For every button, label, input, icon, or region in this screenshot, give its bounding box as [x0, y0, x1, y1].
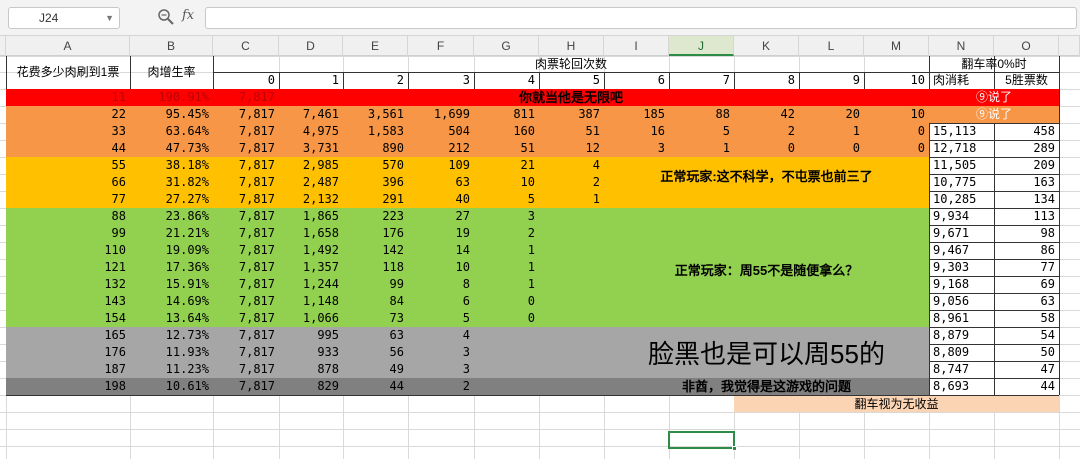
name-box[interactable]: J24 ▼	[8, 7, 120, 29]
column-header-e[interactable]: E	[343, 36, 408, 56]
note-row22: ⑨说了	[975, 107, 1012, 121]
note-row11: ⑨说了	[975, 90, 1012, 104]
column-header-o[interactable]: O	[994, 36, 1059, 56]
note-flip-no-gain: 翻车视为无收益	[734, 396, 1059, 412]
column-header-c[interactable]: C	[213, 36, 279, 56]
formula-bar: J24 ▼ fx	[0, 0, 1080, 36]
column-header-g[interactable]: G	[474, 36, 539, 56]
column-header-a[interactable]: A	[6, 36, 130, 56]
note-gray-small: 非酋，我觉得是这游戏的问题	[681, 379, 851, 394]
fill-handle[interactable]	[732, 446, 737, 451]
column-header-p[interactable]	[1059, 36, 1080, 56]
column-header-l[interactable]: L	[799, 36, 864, 56]
fx-icon[interactable]: fx	[182, 8, 194, 23]
chevron-down-icon[interactable]: ▼	[105, 8, 114, 28]
zoom-formula-icon[interactable]	[157, 8, 175, 26]
column-header-row: ABCDEFGHIJKLMNO	[0, 36, 1080, 56]
column-header-n[interactable]: N	[929, 36, 994, 56]
sheet-grid[interactable]: 花费多少肉刷到1票 肉增生率 肉票轮回次数 0 1 2 3 4 5 6 7 8 9 10 翻车率0%时 肉消耗…	[0, 56, 1080, 459]
column-header-m[interactable]: M	[864, 36, 929, 56]
selected-cell[interactable]	[668, 431, 737, 451]
annotations-layer: 你就当他是无限吧 ⑨说了 ⑨说了正常玩家:这不科学，不屯票也前三了 正常玩家：周55不…	[0, 56, 1080, 459]
note-green: 正常玩家：周55不是随便拿么？	[674, 263, 859, 278]
column-header-h[interactable]: H	[539, 36, 604, 56]
column-header-b[interactable]: B	[130, 36, 213, 56]
banner-infinite: 你就当他是无限吧	[518, 90, 623, 105]
column-header-j[interactable]: J	[669, 36, 734, 56]
column-header-k[interactable]: K	[734, 36, 799, 56]
column-header-d[interactable]: D	[279, 36, 343, 56]
name-box-value: J24	[39, 11, 59, 25]
note-orange: 正常玩家:这不科学，不屯票也前三了	[660, 169, 873, 184]
column-header-i[interactable]: I	[604, 36, 669, 56]
column-header-f[interactable]: F	[408, 36, 474, 56]
note-gray-big: 脸黑也是可以周55的	[648, 339, 885, 369]
formula-input[interactable]	[205, 7, 1077, 29]
